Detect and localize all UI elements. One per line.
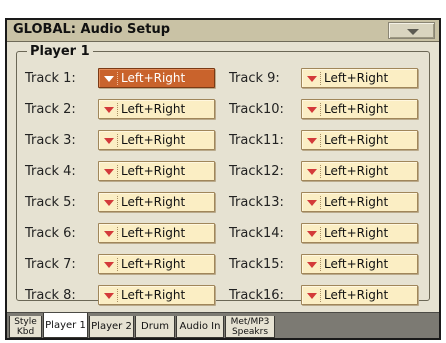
track-3-label: Track 3: <box>25 133 76 148</box>
track-5-label: Track 5: <box>25 195 76 210</box>
triangle-down-icon <box>104 138 114 144</box>
track-11-output-value: Left+Right <box>324 133 389 147</box>
track-16-output-value: Left+Right <box>324 288 389 302</box>
track-8-output-select[interactable]: Left+Right <box>98 285 215 305</box>
track-13-output-value: Left+Right <box>324 195 389 209</box>
triangle-down-icon <box>407 29 419 35</box>
track-5-output-value: Left+Right <box>121 195 186 209</box>
group-label: Player 1 <box>27 44 93 59</box>
track-10-output-select[interactable]: Left+Right <box>301 99 418 119</box>
tab-drum[interactable]: Drum <box>135 316 175 338</box>
track-16-label: Track16: <box>229 288 284 303</box>
page-menu-button[interactable] <box>388 22 435 39</box>
triangle-down-icon <box>307 231 317 237</box>
triangle-down-icon <box>104 107 114 113</box>
track-16-output-select[interactable]: Left+Right <box>301 285 418 305</box>
tab-met-mp3-speakrs[interactable]: Met/MP3 Speakrs <box>225 316 275 338</box>
track-2-output-select[interactable]: Left+Right <box>98 99 215 119</box>
tab-player-2-label: Player 2 <box>91 321 132 332</box>
tab-player-1-label: Player 1 <box>45 320 86 331</box>
track-11-output-select[interactable]: Left+Right <box>301 130 418 150</box>
track-4-label: Track 4: <box>25 164 76 179</box>
track-10-output-value: Left+Right <box>324 102 389 116</box>
track-9-output-value: Left+Right <box>324 71 389 85</box>
track-1-output-value: Left+Right <box>121 71 186 85</box>
track-13-label: Track13: <box>229 195 284 210</box>
track-7-output-select[interactable]: Left+Right <box>98 254 215 274</box>
tab-met-mp3-line1: Met/MP3 <box>230 317 270 327</box>
triangle-down-icon <box>104 262 114 268</box>
triangle-down-icon <box>307 76 317 82</box>
tab-style-kbd[interactable]: Style Kbd <box>9 316 42 338</box>
tab-player-1[interactable]: Player 1 <box>43 313 88 338</box>
track-3-output-value: Left+Right <box>121 133 186 147</box>
triangle-down-icon <box>104 231 114 237</box>
track-15-label: Track15: <box>229 257 284 272</box>
triangle-down-icon <box>307 107 317 113</box>
device-display: GLOBAL: Audio Setup Player 1 Track 1: Le… <box>0 0 446 343</box>
tab-drum-label: Drum <box>141 321 169 332</box>
tab-style-kbd-line2: Kbd <box>16 327 35 337</box>
track-12-label: Track12: <box>229 164 284 179</box>
triangle-down-icon <box>104 293 114 299</box>
triangle-down-icon <box>104 76 114 82</box>
track-15-output-select[interactable]: Left+Right <box>301 254 418 274</box>
triangle-down-icon <box>307 200 317 206</box>
track-6-label: Track 6: <box>25 226 76 241</box>
triangle-down-icon <box>104 169 114 175</box>
track-10-label: Track10: <box>229 102 284 117</box>
track-2-output-value: Left+Right <box>121 102 186 116</box>
track-13-output-select[interactable]: Left+Right <box>301 192 418 212</box>
track-14-output-value: Left+Right <box>324 226 389 240</box>
tab-audio-in[interactable]: Audio In <box>176 316 224 338</box>
track-5-output-select[interactable]: Left+Right <box>98 192 215 212</box>
track-14-label: Track14: <box>229 226 284 241</box>
track-7-label: Track 7: <box>25 257 76 272</box>
tab-style-kbd-line1: Style <box>14 317 37 327</box>
track-9-label: Track 9: <box>229 71 280 86</box>
tab-player-2[interactable]: Player 2 <box>89 316 134 338</box>
track-7-output-value: Left+Right <box>121 257 186 271</box>
triangle-down-icon <box>307 169 317 175</box>
triangle-down-icon <box>104 200 114 206</box>
track-6-output-value: Left+Right <box>121 226 186 240</box>
track-4-output-value: Left+Right <box>121 164 186 178</box>
track-8-label: Track 8: <box>25 288 76 303</box>
track-1-output-select[interactable]: Left+Right <box>98 68 215 88</box>
track-4-output-select[interactable]: Left+Right <box>98 161 215 181</box>
title-bar: GLOBAL: Audio Setup <box>7 20 439 42</box>
triangle-down-icon <box>307 138 317 144</box>
page-tab-bar: Style Kbd Player 1 Player 2 Drum Audio In… <box>7 312 439 338</box>
tab-met-mp3-line2: Speakrs <box>231 327 269 337</box>
audio-setup-window: GLOBAL: Audio Setup Player 1 Track 1: Le… <box>5 18 441 340</box>
track-9-output-select[interactable]: Left+Right <box>301 68 418 88</box>
triangle-down-icon <box>307 262 317 268</box>
tab-audio-in-label: Audio In <box>179 321 221 332</box>
triangle-down-icon <box>307 293 317 299</box>
track-11-label: Track11: <box>229 133 284 148</box>
track-3-output-select[interactable]: Left+Right <box>98 130 215 150</box>
track-12-output-select[interactable]: Left+Right <box>301 161 418 181</box>
track-15-output-value: Left+Right <box>324 257 389 271</box>
track-1-label: Track 1: <box>25 71 76 86</box>
track-2-label: Track 2: <box>25 102 76 117</box>
track-8-output-value: Left+Right <box>121 288 186 302</box>
track-14-output-select[interactable]: Left+Right <box>301 223 418 243</box>
track-6-output-select[interactable]: Left+Right <box>98 223 215 243</box>
window-title: GLOBAL: Audio Setup <box>13 22 171 37</box>
track-12-output-value: Left+Right <box>324 164 389 178</box>
